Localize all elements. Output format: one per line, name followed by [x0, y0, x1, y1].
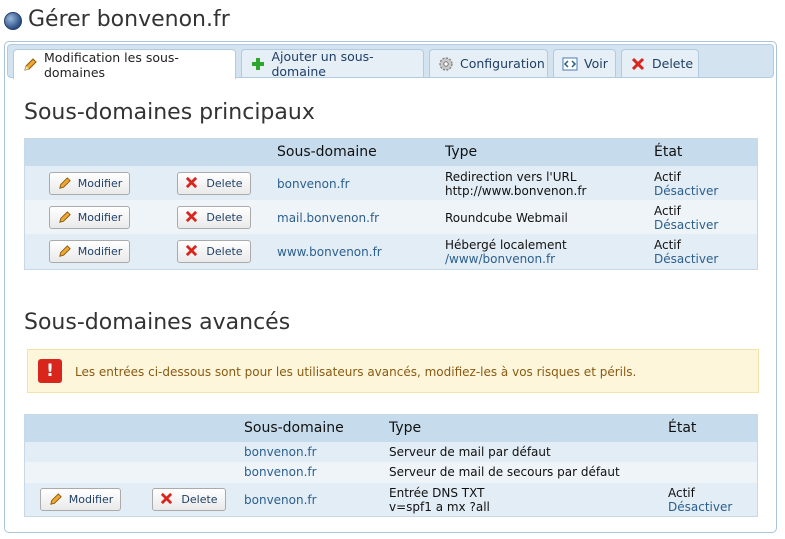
modify-button[interactable]: Modifier [40, 488, 121, 511]
deactivate-link[interactable]: Désactiver [668, 500, 732, 514]
tab-configuration[interactable]: Configuration [429, 49, 548, 77]
column-type: Type [445, 144, 478, 160]
table-row: bonvenon.fr Serveur de mail par défaut [25, 442, 757, 462]
delete-button[interactable]: Delete [177, 240, 251, 263]
delete-button[interactable]: Delete [152, 488, 226, 511]
column-subdomain: Sous-domaine [244, 420, 344, 436]
type-text: Serveur de mail de secours par défaut [389, 465, 620, 479]
table-header: Sous-domaine Type État [25, 139, 757, 166]
tab-bar: Modification les sous-domaines Ajouter u… [7, 44, 774, 80]
warning-icon: ! [38, 359, 62, 383]
plus-icon [250, 56, 265, 72]
warning-box: ! Les entrées ci-dessous sont pour les u… [27, 349, 759, 393]
deactivate-link[interactable]: Désactiver [654, 218, 718, 232]
advanced-subdomains-table: Sous-domaine Type État bonvenon.fr Serve… [24, 414, 758, 517]
state-text: Actif [654, 238, 681, 252]
page-title: Gérer bonvenon.fr [28, 6, 230, 32]
pencil-icon [48, 492, 63, 507]
deactivate-link[interactable]: Désactiver [654, 184, 718, 198]
main-subdomains-table: Sous-domaine Type État Modifier Delete b… [24, 138, 758, 270]
x-icon [185, 244, 200, 259]
type-text: Hébergé localement [445, 238, 567, 252]
type-detail: v=spf1 a mx ?all [389, 500, 490, 514]
tab-delete[interactable]: Delete [621, 49, 699, 77]
table-row: bonvenon.fr Serveur de mail de secours p… [25, 462, 757, 483]
advanced-subdomains-heading: Sous-domaines avancés [24, 310, 291, 335]
modify-button[interactable]: Modifier [49, 240, 130, 263]
delete-button[interactable]: Delete [177, 172, 251, 195]
gear-icon [438, 56, 454, 72]
pencil-icon [22, 57, 38, 73]
main-subdomains-heading: Sous-domaines principaux [24, 100, 315, 125]
subdomain-link[interactable]: bonvenon.fr [244, 465, 317, 479]
table-header: Sous-domaine Type État [25, 415, 757, 442]
subdomain-link[interactable]: bonvenon.fr [277, 177, 350, 191]
column-subdomain: Sous-domaine [277, 144, 377, 160]
code-icon [562, 56, 578, 72]
page-header: Gérer bonvenon.fr [4, 4, 230, 34]
tab-modify-subdomains[interactable]: Modification les sous-domaines [13, 49, 236, 80]
subdomain-link[interactable]: bonvenon.fr [244, 445, 317, 459]
subdomain-link[interactable]: www.bonvenon.fr [277, 245, 382, 259]
type-text: Serveur de mail par défaut [389, 445, 551, 459]
type-text: Redirection vers l'URL [445, 170, 577, 184]
subdomain-link[interactable]: bonvenon.fr [244, 493, 317, 507]
column-state: État [668, 420, 697, 436]
x-icon [630, 56, 646, 72]
modify-button[interactable]: Modifier [49, 206, 130, 229]
table-row: Modifier Delete bonvenon.fr Redirection … [25, 166, 757, 200]
table-row: Modifier Delete www.bonvenon.fr Hébergé … [25, 234, 757, 269]
type-path-link[interactable]: /www/bonvenon.fr [445, 252, 555, 266]
deactivate-link[interactable]: Désactiver [654, 252, 718, 266]
state-text: Actif [654, 170, 681, 184]
type-text: Roundcube Webmail [445, 211, 568, 225]
type-detail: http://www.bonvenon.fr [445, 184, 587, 198]
x-icon [185, 210, 200, 225]
delete-button[interactable]: Delete [177, 206, 251, 229]
tab-view[interactable]: Voir [553, 49, 616, 77]
x-icon [160, 492, 175, 507]
subdomain-link[interactable]: mail.bonvenon.fr [277, 211, 379, 225]
table-row: Modifier Delete mail.bonvenon.fr Roundcu… [25, 200, 757, 234]
modify-button[interactable]: Modifier [49, 172, 130, 195]
x-icon [185, 176, 200, 191]
pencil-icon [57, 176, 72, 191]
main-panel: Modification les sous-domaines Ajouter u… [4, 41, 777, 533]
column-state: État [654, 144, 683, 160]
type-text: Entrée DNS TXT [389, 486, 485, 500]
tab-add-subdomain[interactable]: Ajouter un sous-domaine [241, 49, 424, 79]
pencil-icon [57, 210, 72, 225]
state-text: Actif [668, 486, 695, 500]
table-row: Modifier Delete bonvenon.fr Entrée DNS T… [25, 483, 757, 516]
column-type: Type [389, 420, 422, 436]
warning-text: Les entrées ci-dessous sont pour les uti… [75, 365, 637, 379]
state-text: Actif [654, 204, 681, 218]
globe-icon [4, 12, 22, 30]
pencil-icon [57, 244, 72, 259]
